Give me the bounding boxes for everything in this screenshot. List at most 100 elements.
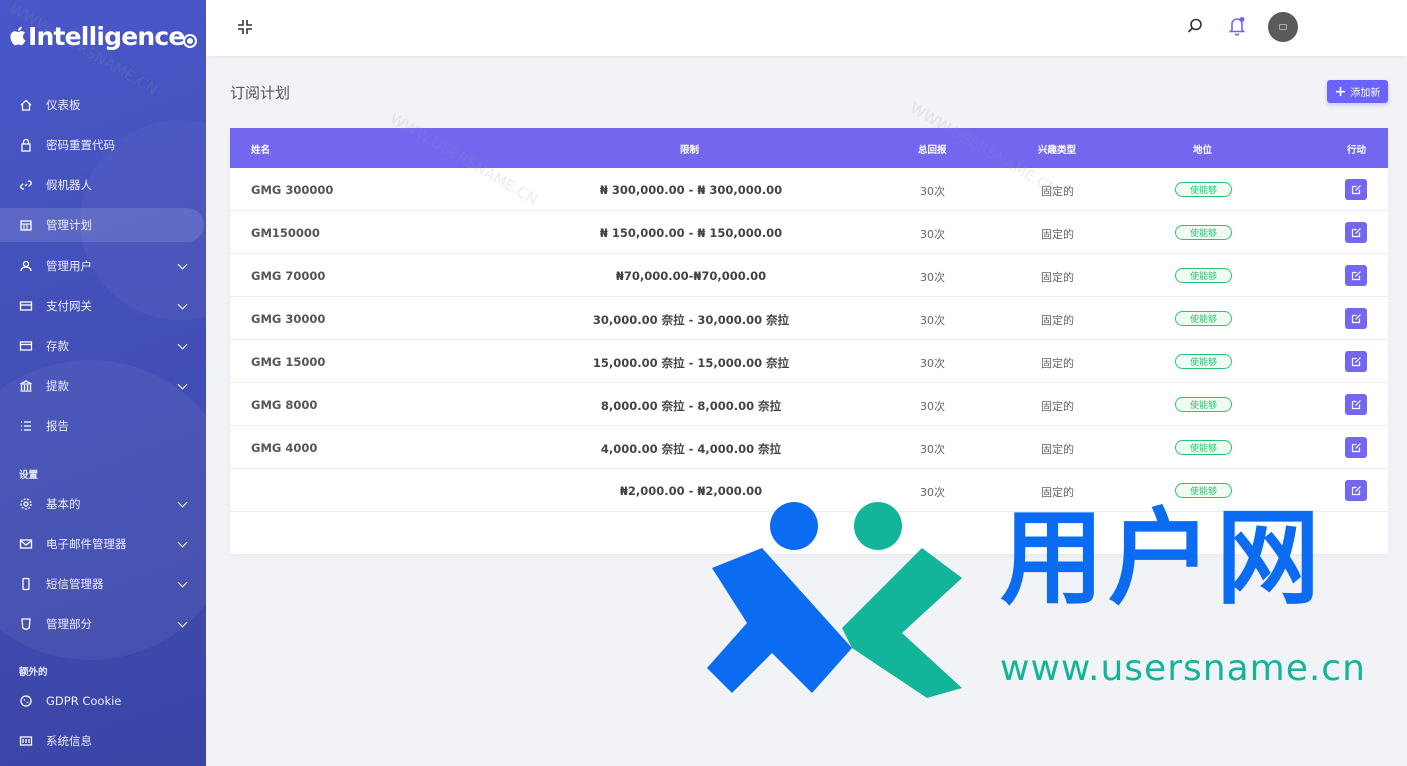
plus-icon: + <box>1334 83 1347 100</box>
plan-limit-text: 8,000.00 奈拉 - 8,000.00 奈拉 <box>600 399 782 413</box>
sidebar-toggle[interactable] <box>183 34 197 48</box>
brand-name: Intelligence <box>28 21 185 51</box>
header-status: 地位 <box>1193 145 1213 156</box>
chevron-down-icon <box>177 299 188 310</box>
status-badge: 使能够 <box>1175 182 1232 197</box>
sidebar-item-manage-users[interactable]: 管理用户 <box>0 249 206 283</box>
plan-interest-type: 固定的 <box>1041 400 1074 413</box>
cookie-icon <box>19 694 33 708</box>
plan-limit-text: 30,000.00 奈拉 - 30,000.00 奈拉 <box>592 313 790 327</box>
sidebar-item-fake-bot[interactable]: 假机器人 <box>0 168 206 202</box>
table-row: ₦2,000.00 - ₦2,000.00 30次 固定的 使能够 <box>230 469 1388 512</box>
sidebar-item-basic[interactable]: 基本的 <box>0 487 206 521</box>
lock-icon <box>19 138 33 152</box>
collapse-icon[interactable] <box>236 18 254 36</box>
wallet-icon <box>19 339 33 353</box>
table-row: GM150000 ₦ 150,000.00 - ₦ 150,000.00 30次… <box>230 211 1388 254</box>
bank-icon <box>19 379 33 393</box>
edit-icon <box>1351 271 1361 281</box>
sidebar-item-label: 假机器人 <box>46 178 92 192</box>
add-new-button[interactable]: + 添加新 <box>1327 80 1388 103</box>
sidebar-item-label: 管理用户 <box>46 259 92 273</box>
table-row: GMG 4000 4,000.00 奈拉 - 4,000.00 奈拉 30次 固… <box>230 426 1388 469</box>
sidebar-item-reports[interactable]: 报告 <box>0 409 206 443</box>
add-new-label: 添加新 <box>1350 88 1381 99</box>
edit-button[interactable] <box>1345 480 1367 501</box>
plan-limit-text: ₦ 150,000.00 - ₦ 150,000.00 <box>599 226 783 240</box>
sidebar-item-deposits[interactable]: 存款 <box>0 329 206 363</box>
sidebar-item-email-manager[interactable]: 电子邮件管理器 <box>0 527 206 561</box>
sidebar-item-manage-plans[interactable]: 管理计划 <box>0 208 204 242</box>
sidebar-item-label: 仪表板 <box>46 98 81 112</box>
status-badge: 使能够 <box>1175 354 1232 369</box>
edit-button[interactable] <box>1345 437 1367 458</box>
sidebar-item-label: 短信管理器 <box>46 577 104 591</box>
sidebar-item-label: GDPR Cookie <box>46 694 122 708</box>
list-icon <box>19 419 33 433</box>
table-row: GMG 15000 15,000.00 奈拉 - 15,000.00 奈拉 30… <box>230 340 1388 383</box>
link-icon <box>19 178 33 192</box>
plan-name: GMG 4000 <box>251 441 318 455</box>
plan-name: GMG 300000 <box>251 183 334 197</box>
plan-return: 30次 <box>920 443 945 456</box>
plan-name: GMG 30000 <box>251 312 326 326</box>
edit-button[interactable] <box>1345 222 1367 243</box>
status-badge: 使能够 <box>1175 225 1232 240</box>
edit-button[interactable] <box>1345 265 1367 286</box>
edit-button[interactable] <box>1345 351 1367 372</box>
sidebar-item-dashboard[interactable]: 仪表板 <box>0 88 206 122</box>
topbar <box>206 0 1407 56</box>
edit-button[interactable] <box>1345 394 1367 415</box>
sidebar-item-password-reset[interactable]: 密码重置代码 <box>0 128 206 162</box>
sidebar-item-manage-sections[interactable]: 管理部分 <box>0 607 206 641</box>
table-row: GMG 8000 8,000.00 奈拉 - 8,000.00 奈拉 30次 固… <box>230 383 1388 426</box>
plan-name: GM150000 <box>251 226 320 240</box>
plan-interest-type: 固定的 <box>1041 486 1074 499</box>
apple-logo-icon <box>10 26 26 46</box>
plan-name: GMG 8000 <box>251 398 318 412</box>
brand-logo[interactable]: Intelligence <box>10 18 185 54</box>
table-row: GMG 30000 30,000.00 奈拉 - 30,000.00 奈拉 30… <box>230 297 1388 340</box>
plan-limit-text: ₦70,000.00-₦70,000.00 <box>615 269 767 283</box>
plan-limit-text: 15,000.00 奈拉 - 15,000.00 奈拉 <box>592 356 790 370</box>
sidebar: Intelligence 仪表板 密码重置代码 假机器人 管理计划 管理用户 支… <box>0 0 206 766</box>
plan-limit-text: ₦2,000.00 - ₦2,000.00 <box>619 484 763 498</box>
plan-return: 30次 <box>920 357 945 370</box>
plan-interest-type: 固定的 <box>1041 185 1074 198</box>
home-icon <box>19 98 33 112</box>
chevron-down-icon <box>177 379 188 390</box>
sidebar-item-label: 支付网关 <box>46 299 92 313</box>
plan-return: 30次 <box>920 400 945 413</box>
plan-return: 30次 <box>920 185 945 198</box>
bell-icon[interactable] <box>1228 16 1246 36</box>
plan-limit-text: ₦ 300,000.00 - ₦ 300,000.00 <box>599 183 783 197</box>
edit-icon <box>1351 486 1361 496</box>
plan-name: GMG 15000 <box>251 355 326 369</box>
server-icon <box>19 734 33 748</box>
chevron-down-icon <box>177 537 188 548</box>
chevron-down-icon <box>177 259 188 270</box>
calendar-icon <box>19 218 33 232</box>
sidebar-item-withdrawals[interactable]: 提款 <box>0 369 206 403</box>
plan-name: GMG 70000 <box>251 269 326 283</box>
edit-icon <box>1351 314 1361 324</box>
plan-return: 30次 <box>920 486 945 499</box>
sidebar-item-gdpr-cookie[interactable]: GDPR Cookie <box>0 684 206 718</box>
edit-icon <box>1351 357 1361 367</box>
edit-button[interactable] <box>1345 308 1367 329</box>
sidebar-item-label: 管理部分 <box>46 617 92 631</box>
sidebar-item-label: 提款 <box>46 379 69 393</box>
sidebar-item-system-info[interactable]: 系统信息 <box>0 724 206 758</box>
table-row: GMG 70000 ₦70,000.00-₦70,000.00 30次 固定的 … <box>230 254 1388 297</box>
status-badge: 使能够 <box>1175 268 1232 283</box>
edit-icon <box>1351 228 1361 238</box>
sidebar-item-label: 存款 <box>46 339 69 353</box>
sidebar-item-sms-manager[interactable]: 短信管理器 <box>0 567 206 601</box>
avatar[interactable] <box>1268 12 1298 42</box>
sidebar-section-extra: 额外的 <box>19 667 48 678</box>
search-icon[interactable] <box>1186 17 1204 35</box>
sidebar-item-payment-gateway[interactable]: 支付网关 <box>0 289 206 323</box>
edit-button[interactable] <box>1345 179 1367 200</box>
sidebar-item-label: 报告 <box>46 419 69 433</box>
gear-icon <box>19 497 33 511</box>
